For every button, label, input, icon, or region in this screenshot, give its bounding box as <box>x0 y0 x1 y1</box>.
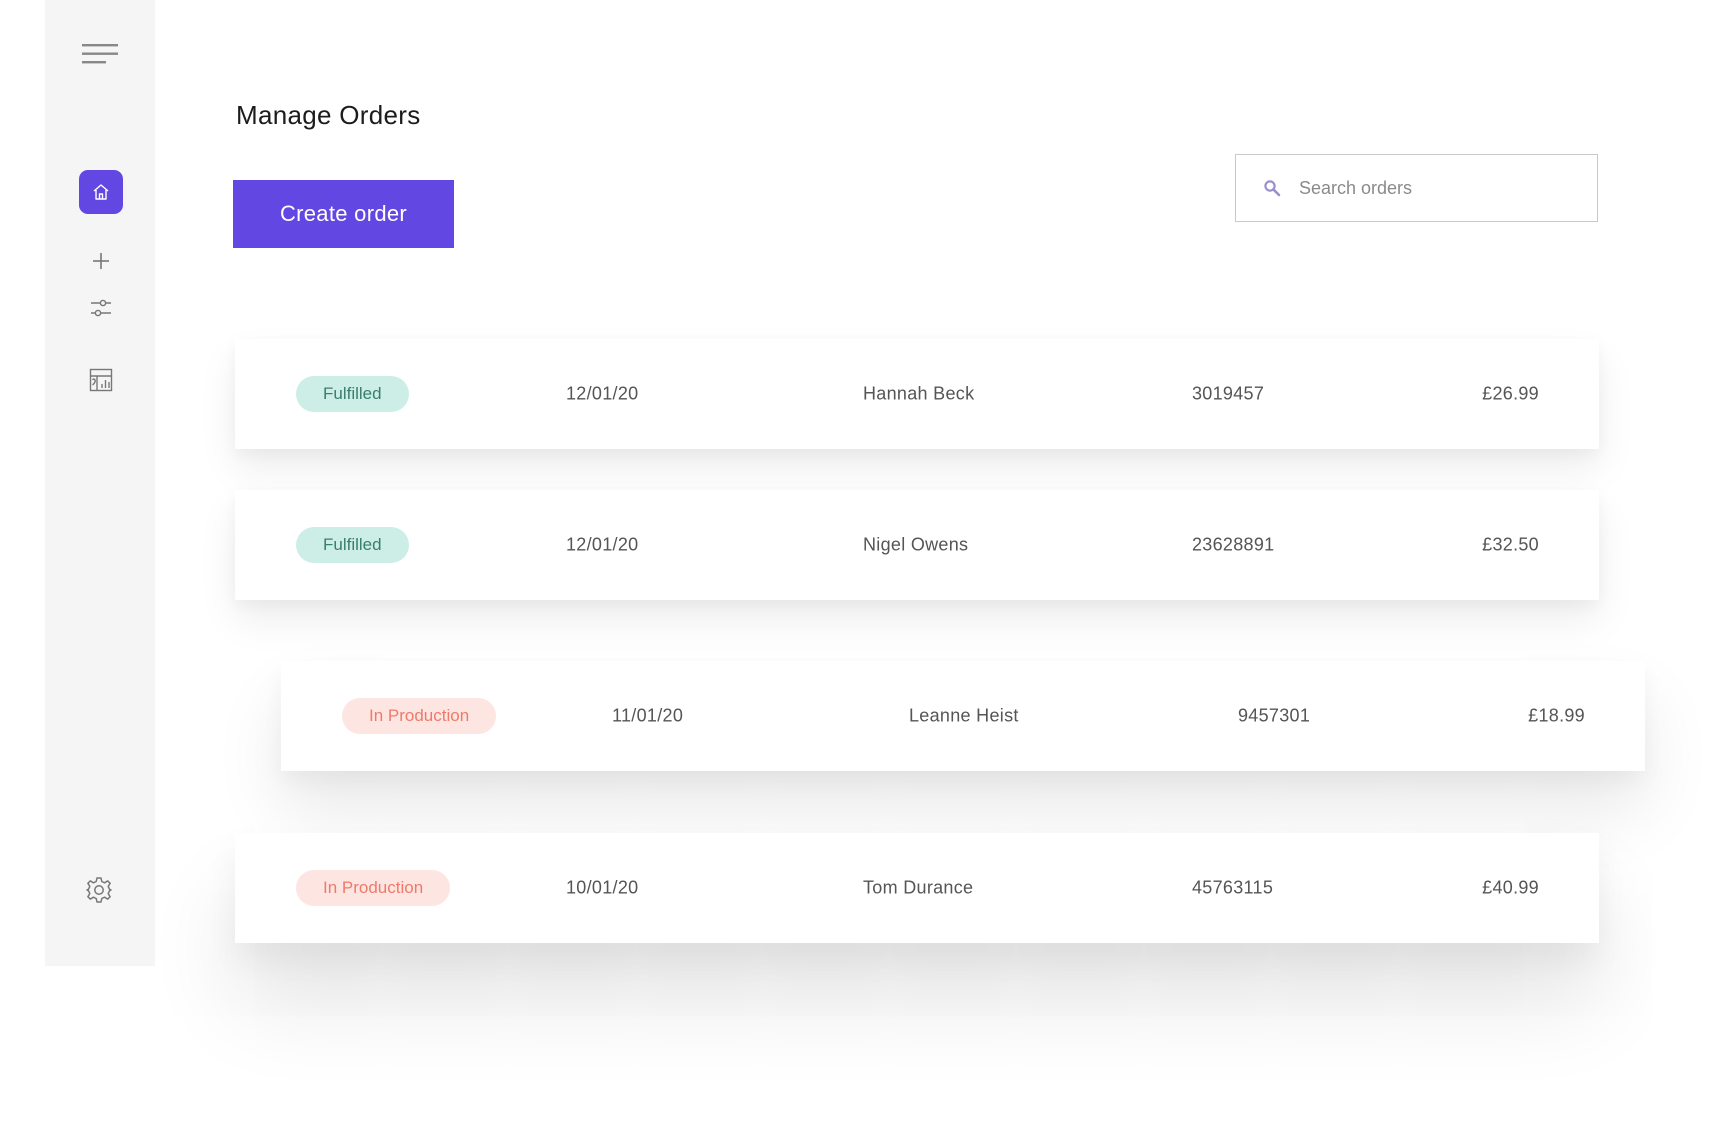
status-badge: Fulfilled <box>296 527 409 563</box>
order-row[interactable]: In Production 11/01/20 Leanne Heist 9457… <box>281 661 1645 771</box>
customer-name: Hannah Beck <box>863 383 975 404</box>
sidebar-item-home[interactable] <box>79 170 123 214</box>
home-icon <box>91 182 111 202</box>
status-badge: Fulfilled <box>296 376 409 412</box>
order-row[interactable]: In Production 10/01/20 Tom Durance 45763… <box>235 833 1599 943</box>
order-id: 3019457 <box>1192 383 1265 404</box>
order-price: £32.50 <box>1482 534 1539 555</box>
order-id: 23628891 <box>1192 534 1275 555</box>
create-order-button[interactable]: Create order <box>233 180 454 248</box>
status-badge: In Production <box>342 698 497 734</box>
customer-name: Nigel Owens <box>863 534 969 555</box>
sidebar <box>45 0 155 966</box>
search-icon <box>1261 177 1283 199</box>
order-row[interactable]: Fulfilled 12/01/20 Nigel Owens 23628891 … <box>235 490 1599 600</box>
search-box[interactable] <box>1235 154 1598 222</box>
customer-name: Tom Durance <box>863 877 974 898</box>
order-date: 11/01/20 <box>612 705 684 726</box>
report-icon[interactable] <box>84 362 118 398</box>
order-price: £26.99 <box>1482 383 1539 404</box>
status-badge: In Production <box>296 870 451 906</box>
search-input[interactable] <box>1297 176 1561 200</box>
sliders-icon[interactable] <box>84 291 118 325</box>
order-date: 12/01/20 <box>566 534 639 555</box>
order-date: 12/01/20 <box>566 383 639 404</box>
plus-icon[interactable] <box>84 244 118 278</box>
order-row[interactable]: Fulfilled 12/01/20 Hannah Beck 3019457 £… <box>235 339 1599 449</box>
order-price: £40.99 <box>1482 877 1539 898</box>
customer-name: Leanne Heist <box>909 705 1019 726</box>
page-title: Manage Orders <box>236 100 421 130</box>
gear-icon[interactable] <box>81 872 117 908</box>
menu-icon[interactable] <box>80 40 120 68</box>
order-id: 9457301 <box>1238 705 1311 726</box>
app-window: Manage Orders Create order Fulfilled 12/… <box>0 0 1720 1141</box>
order-date: 10/01/20 <box>566 877 639 898</box>
order-id: 45763115 <box>1192 877 1274 898</box>
order-price: £18.99 <box>1528 705 1585 726</box>
